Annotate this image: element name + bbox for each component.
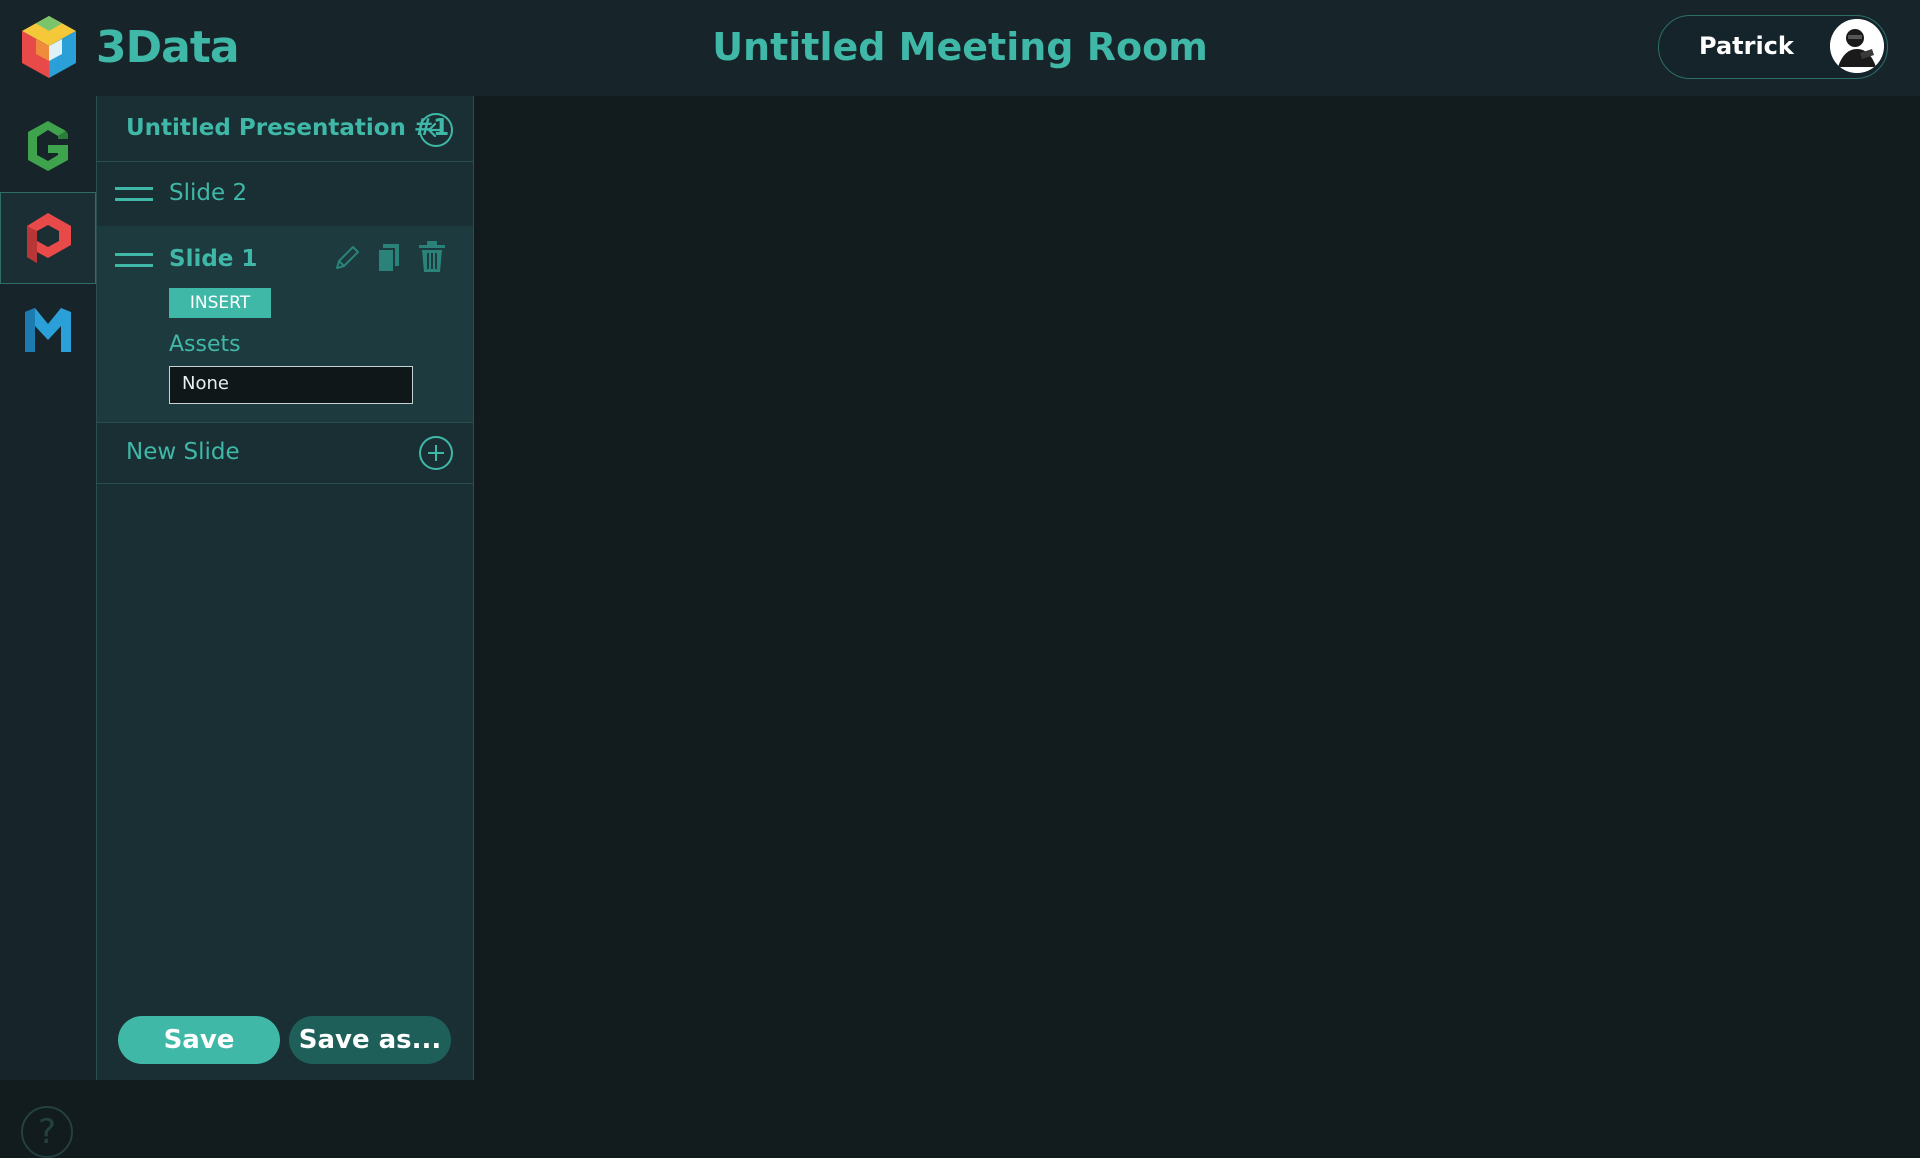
app-rail: ? — [0, 96, 96, 1158]
rail-item-g[interactable] — [0, 100, 96, 192]
p-app-icon — [27, 213, 71, 263]
insert-button[interactable]: INSERT — [169, 288, 271, 318]
edit-pencil-icon[interactable] — [331, 242, 363, 274]
user-menu-button[interactable]: Patrick — [1658, 15, 1888, 79]
panel-header: Untitled Presentation #1 — [97, 96, 473, 162]
m-app-icon — [25, 308, 71, 352]
new-slide-label: New Slide — [126, 439, 240, 465]
drag-handle-icon[interactable] — [115, 253, 153, 267]
save-button[interactable]: Save — [118, 1016, 280, 1064]
avatar — [1830, 19, 1884, 73]
g-app-icon — [28, 121, 68, 171]
drag-handle-icon[interactable] — [115, 187, 153, 201]
slide-row-1[interactable]: Slide 1 INSERT Assets None — [97, 226, 473, 422]
rail-item-m[interactable] — [0, 284, 96, 376]
help-icon[interactable]: ? — [21, 1106, 73, 1158]
slide-label: Slide 1 — [169, 246, 258, 272]
save-as-button[interactable]: Save as... — [289, 1016, 451, 1064]
rail-item-p[interactable] — [0, 192, 96, 284]
new-slide-row[interactable]: New Slide — [97, 422, 473, 484]
assets-select[interactable]: None — [169, 366, 413, 404]
assets-label: Assets — [169, 332, 241, 357]
slide-label: Slide 2 — [169, 180, 248, 206]
presentation-panel: Untitled Presentation #1 Slide 2 Slide 1… — [96, 96, 474, 1080]
back-arrow-icon[interactable] — [419, 113, 453, 147]
presentation-title: Untitled Presentation #1 — [126, 115, 450, 141]
duplicate-icon[interactable] — [375, 242, 403, 274]
user-name: Patrick — [1699, 32, 1794, 60]
add-slide-plus-icon[interactable] — [419, 436, 453, 470]
trash-icon[interactable] — [417, 240, 447, 274]
meeting-room-title: Untitled Meeting Room — [712, 25, 1208, 69]
top-bar: 3Data Untitled Meeting Room Patrick — [0, 0, 1920, 96]
slide-row-2[interactable]: Slide 2 — [97, 162, 473, 226]
user-avatar-icon — [1830, 19, 1884, 73]
